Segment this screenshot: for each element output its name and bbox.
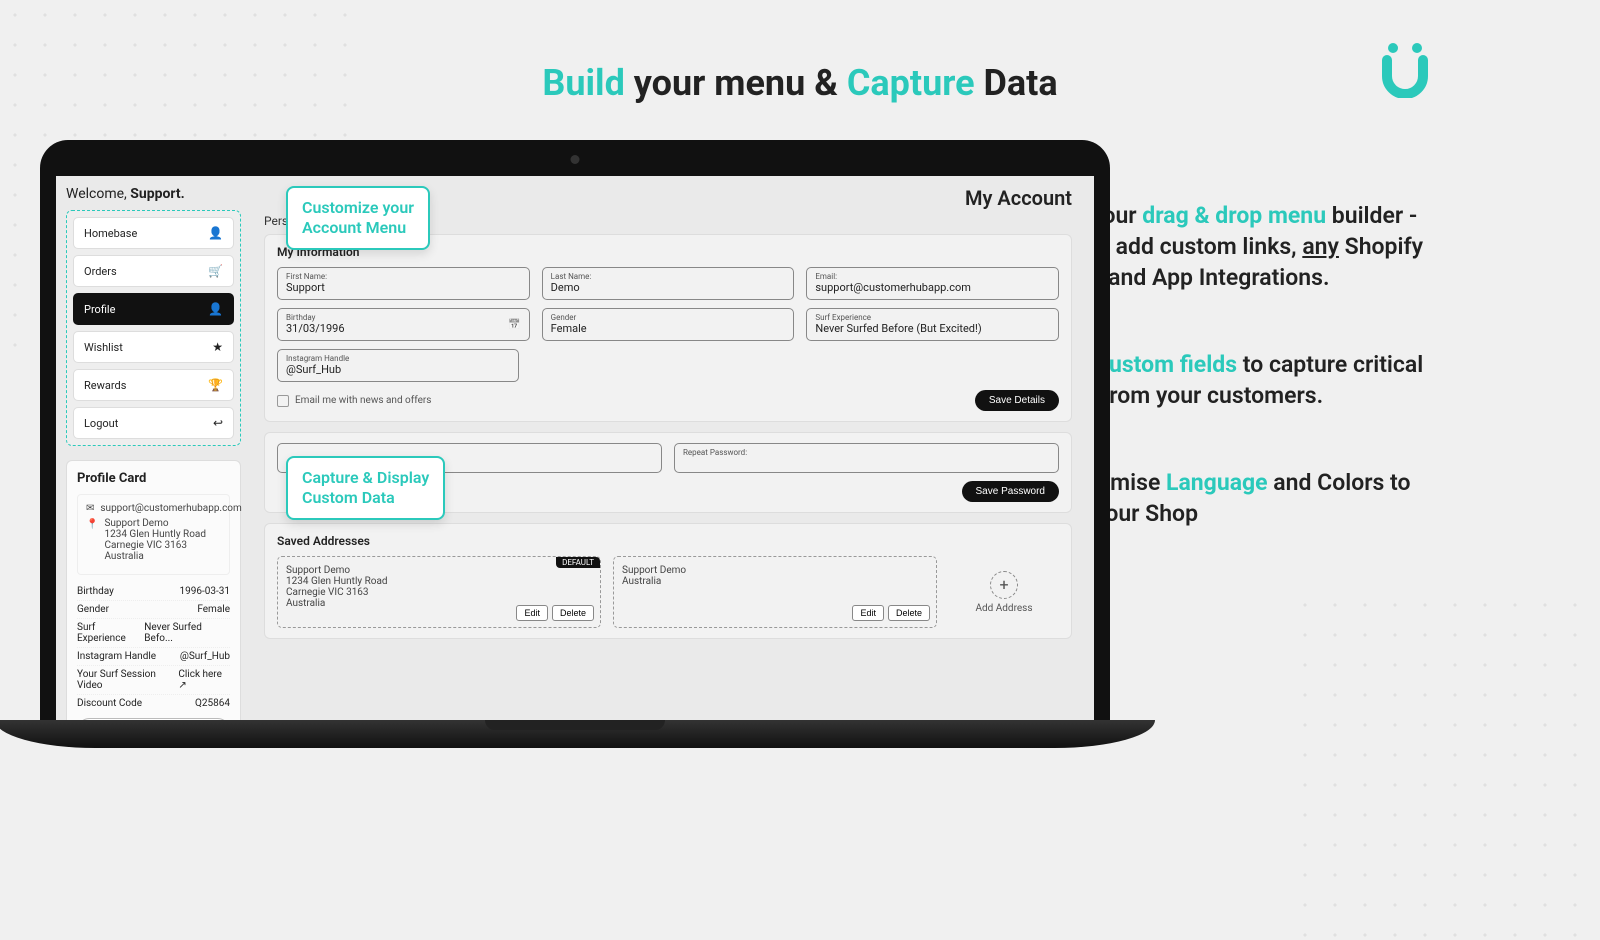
menu-item-wishlist[interactable]: Wishlist★ xyxy=(73,331,234,363)
trophy-icon: 🏆 xyxy=(208,378,223,392)
kv-row: GenderFemale xyxy=(77,601,230,619)
brand-logo-icon xyxy=(1375,38,1435,98)
cart-icon: 🛒 xyxy=(208,264,223,278)
pin-icon: 📍 xyxy=(86,519,98,530)
profile-email: support@customerhubapp.com xyxy=(100,503,241,514)
logout-icon: ↩ xyxy=(213,416,223,430)
first-name-field[interactable]: First Name:Support xyxy=(277,267,530,300)
kv-row: Birthday1996-03-31 xyxy=(77,583,230,601)
panel-title: Saved Addresses xyxy=(277,534,1059,548)
repeat-password-field[interactable]: Repeat Password: xyxy=(674,443,1059,473)
delete-address-button[interactable]: Delete xyxy=(888,605,930,621)
welcome-text: Welcome, Support. xyxy=(66,186,241,202)
account-menu: Homebase👤 Orders🛒 Profile👤 Wishlist★ Rew… xyxy=(66,210,241,446)
user-icon: 👤 xyxy=(208,302,223,316)
address-card: DEFAULT Support Demo 1234 Glen Huntly Ro… xyxy=(277,556,601,628)
plus-icon: + xyxy=(990,571,1018,599)
menu-item-orders[interactable]: Orders🛒 xyxy=(73,255,234,287)
star-icon: ★ xyxy=(212,340,223,354)
save-details-button[interactable]: Save Details xyxy=(975,390,1059,411)
mail-icon: ✉ xyxy=(86,503,94,514)
page-headline: Build your menu & Capture Data xyxy=(542,62,1057,104)
newsletter-checkbox[interactable]: Email me with news and offers xyxy=(277,395,431,407)
menu-item-logout[interactable]: Logout↩ xyxy=(73,407,234,439)
edit-address-button[interactable]: Edit xyxy=(516,605,548,621)
default-badge: DEFAULT xyxy=(556,557,600,568)
profile-card-title: Profile Card xyxy=(77,471,230,486)
profile-addr3: Australia xyxy=(104,551,206,562)
my-information-panel: My Information First Name:Support Last N… xyxy=(264,234,1072,422)
addresses-panel: Saved Addresses DEFAULT Support Demo 123… xyxy=(264,523,1072,639)
address-card: Support Demo Australia Edit Delete xyxy=(613,556,937,628)
profile-card: Profile Card ✉ support@customerhubapp.com… xyxy=(66,460,241,720)
last-name-field[interactable]: Last Name:Demo xyxy=(542,267,795,300)
callout-customize-menu: Customize your Account Menu xyxy=(286,186,430,250)
birthday-field[interactable]: Birthday31/03/1996 xyxy=(277,308,530,341)
save-password-button[interactable]: Save Password xyxy=(962,481,1059,502)
kv-row: Your Surf Session VideoClick here ↗ xyxy=(77,666,230,695)
edit-address-button[interactable]: Edit xyxy=(852,605,884,621)
surf-experience-field[interactable]: Surf ExperienceNever Surfed Before (But … xyxy=(806,308,1059,341)
menu-item-rewards[interactable]: Rewards🏆 xyxy=(73,369,234,401)
profile-name: Support Demo xyxy=(104,518,206,529)
gender-field[interactable]: GenderFemale xyxy=(542,308,795,341)
menu-item-homebase[interactable]: Homebase👤 xyxy=(73,217,234,249)
add-address-button[interactable]: + Add Address xyxy=(949,556,1059,628)
email-field[interactable]: Email:support@customerhubapp.com xyxy=(806,267,1059,300)
menu-item-profile[interactable]: Profile👤 xyxy=(73,293,234,325)
instagram-handle-field[interactable]: Instagram Handle@Surf_Hub xyxy=(277,349,519,382)
kv-row: Discount CodeQ25864 xyxy=(77,695,230,712)
kv-row: Surf ExperienceNever Surfed Befo... xyxy=(77,619,230,648)
kv-row: Instagram Handle@Surf_Hub xyxy=(77,648,230,666)
user-icon: 👤 xyxy=(208,226,223,240)
profile-addr1: 1234 Glen Huntly Road xyxy=(104,529,206,540)
profile-addr2: Carnegie VIC 3163 xyxy=(104,540,206,551)
callout-capture-data: Capture & Display Custom Data xyxy=(286,456,445,520)
delete-address-button[interactable]: Delete xyxy=(552,605,594,621)
